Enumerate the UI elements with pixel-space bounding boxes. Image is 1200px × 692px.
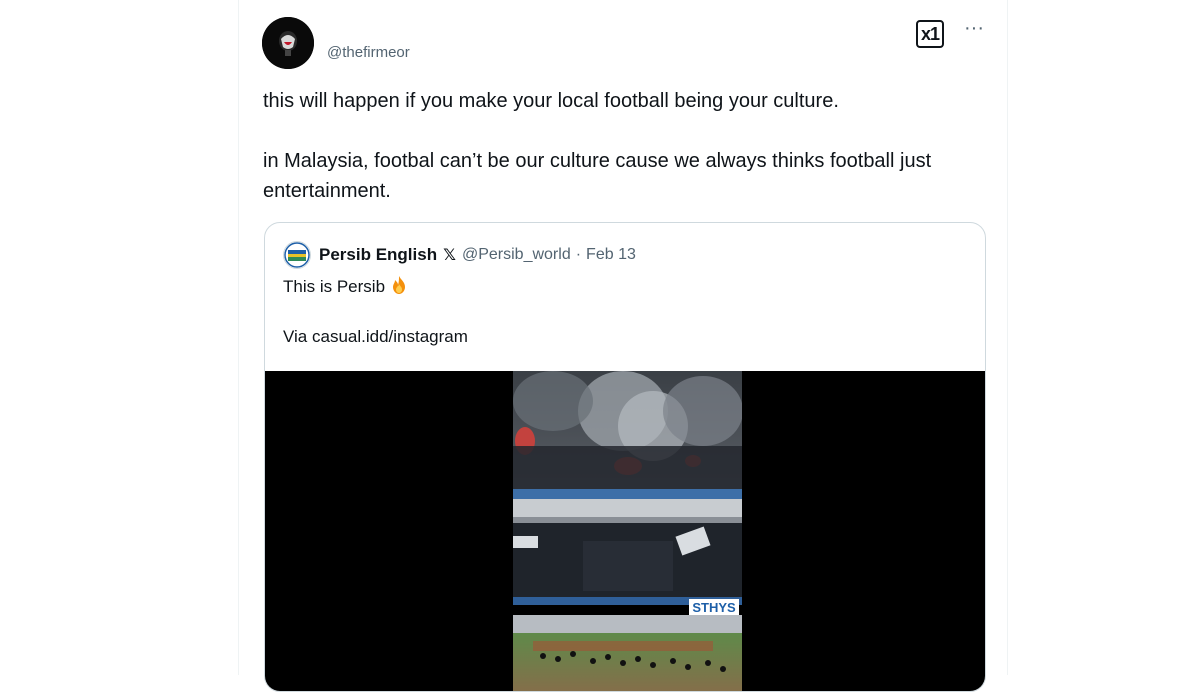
quoted-tweet-text: This is Persib Via casual.idd/instagram bbox=[283, 275, 468, 349]
x-logo-icon[interactable]: x1 bbox=[916, 20, 944, 48]
avatar[interactable] bbox=[262, 17, 314, 69]
fire-emoji-icon bbox=[393, 276, 406, 294]
timeline-left-border bbox=[238, 0, 239, 675]
persib-logo-icon bbox=[284, 242, 310, 268]
video-frame[interactable]: STHYS bbox=[513, 371, 742, 691]
quoted-text-line2: Via casual.idd/instagram bbox=[283, 327, 468, 346]
quoted-author-handle[interactable]: @Persib_world bbox=[462, 246, 571, 264]
quoted-tweet-header: Persib English 𝕏 @Persib_world · Feb 13 bbox=[283, 241, 641, 269]
x-verified-icon: 𝕏 bbox=[443, 247, 456, 264]
separator-dot: · bbox=[575, 246, 582, 263]
quoted-author-avatar[interactable] bbox=[283, 241, 311, 269]
stadium-crowd-image: STHYS bbox=[513, 371, 742, 691]
more-options-icon[interactable]: ··· bbox=[962, 18, 986, 42]
x-logo-label: x1 bbox=[920, 23, 940, 44]
quoted-text-line1: This is Persib bbox=[283, 275, 468, 299]
quoted-tweet-card[interactable]: Persib English 𝕏 @Persib_world · Feb 13 … bbox=[264, 222, 986, 692]
more-options-label: ··· bbox=[964, 17, 984, 39]
timeline-right-border bbox=[1007, 0, 1008, 675]
quoted-author-name[interactable]: Persib English bbox=[319, 245, 437, 265]
author-handle[interactable]: @thefirmeor bbox=[327, 44, 410, 61]
tweet-text-line1: this will happen if you make your local … bbox=[263, 90, 839, 112]
video-player[interactable]: STHYS bbox=[265, 371, 985, 691]
author-avatar-image bbox=[262, 17, 314, 69]
tweet-text-line2: in Malaysia, footbal can’t be our cultur… bbox=[263, 150, 932, 202]
quoted-tweet-date[interactable]: Feb 13 bbox=[586, 246, 636, 264]
tweet-text: this will happen if you make your local … bbox=[263, 86, 993, 206]
quoted-text-line1-label: This is Persib bbox=[283, 277, 386, 296]
stadium-banner-text: STHYS bbox=[692, 600, 736, 615]
